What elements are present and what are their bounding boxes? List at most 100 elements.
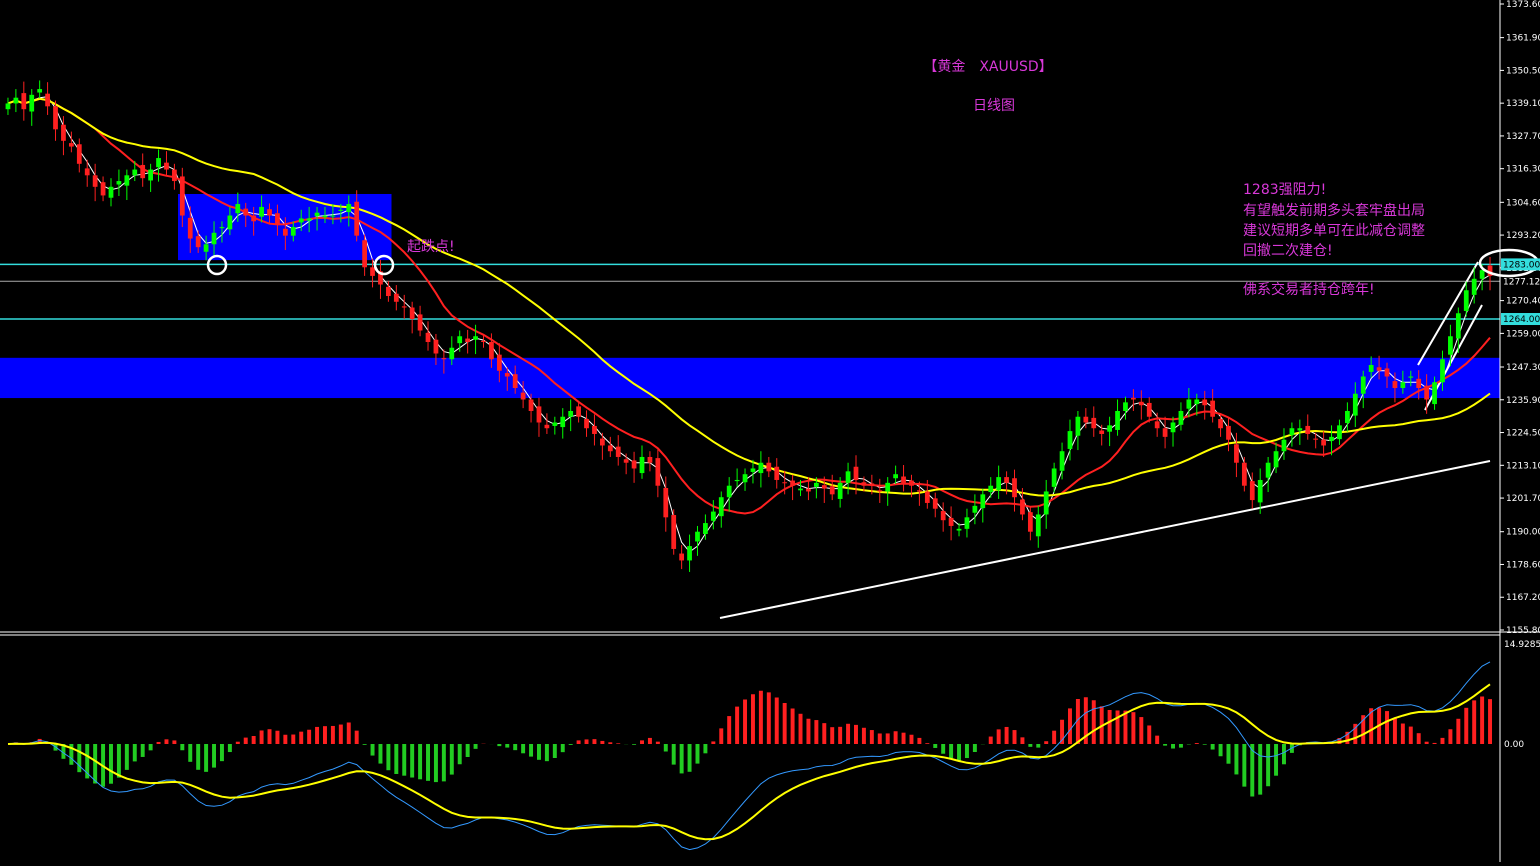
support-resistance-zone xyxy=(178,193,392,261)
candle-body xyxy=(877,490,883,492)
candle-body xyxy=(1297,428,1303,431)
candle-body xyxy=(362,240,367,268)
candle-body xyxy=(1408,376,1414,378)
candle-body xyxy=(290,227,296,236)
y-tick-label: 1350.50 xyxy=(1506,66,1540,76)
candle-body xyxy=(980,494,986,509)
candle-body xyxy=(726,485,732,498)
candle-body xyxy=(108,186,114,198)
candle-body xyxy=(695,531,700,542)
candle-body xyxy=(544,424,550,429)
candle-body xyxy=(758,462,764,474)
y-tick-label: 1259.00 xyxy=(1506,329,1540,339)
candle-body xyxy=(829,486,835,495)
candle-body xyxy=(76,144,82,164)
candle-body xyxy=(853,466,859,480)
candle-body xyxy=(615,446,621,457)
candle-body xyxy=(774,466,780,480)
candle-body xyxy=(1241,462,1247,486)
y-tick-label: 1316.30 xyxy=(1506,165,1540,175)
y-tick-label: 1235.90 xyxy=(1506,396,1540,406)
candle-body xyxy=(417,314,423,331)
note-line: 1283强阻力! xyxy=(1243,182,1326,198)
candle-body xyxy=(639,456,645,474)
candle-body xyxy=(1368,364,1374,372)
candle-body xyxy=(187,217,193,239)
candle-body xyxy=(1265,462,1271,478)
candle-body xyxy=(528,399,534,411)
candle-body xyxy=(703,523,708,535)
candle-body xyxy=(53,106,58,130)
y-tick-label: 1155.80 xyxy=(1506,626,1540,636)
candle-body xyxy=(393,293,399,302)
candle-body xyxy=(1226,425,1231,440)
candle-body xyxy=(465,338,471,343)
candle-body xyxy=(520,392,526,400)
candle-body xyxy=(140,164,146,179)
candle-body xyxy=(742,474,748,483)
candle-body xyxy=(1471,278,1477,295)
y-tick-label: 1224.50 xyxy=(1506,429,1540,439)
candle-body xyxy=(282,228,288,236)
candle-body xyxy=(1463,290,1469,311)
candle-body xyxy=(1020,499,1025,515)
candle-body xyxy=(1107,425,1112,432)
candle-body xyxy=(1360,376,1366,394)
y-tick-label: 1178.60 xyxy=(1506,560,1540,570)
candle-body xyxy=(901,476,906,483)
candle-body xyxy=(481,340,486,343)
candle-body xyxy=(457,336,463,344)
y-tick-label: 1373.60 xyxy=(1506,0,1540,10)
candle-body xyxy=(893,474,898,479)
candle-body xyxy=(1012,478,1017,498)
candle-body xyxy=(536,406,542,423)
y-tick-label: 1247.30 xyxy=(1506,363,1540,373)
candle-body xyxy=(132,169,138,176)
candle-body xyxy=(370,267,375,276)
note-line: 建议短期多单可在此减仓调整 xyxy=(1243,222,1425,239)
candle-body xyxy=(68,143,74,147)
candle-body xyxy=(235,204,241,214)
candle-body xyxy=(1083,416,1089,423)
candle-body xyxy=(504,373,510,377)
candle-body xyxy=(1115,410,1120,430)
macd-tick-label: 0.00 xyxy=(1504,740,1524,750)
candle-body xyxy=(1202,399,1208,406)
candle-body xyxy=(1273,451,1279,468)
candle-body xyxy=(124,175,130,186)
chart-title: 【黄金 XAUUSD】 xyxy=(923,58,1052,75)
candle-body xyxy=(924,491,930,503)
candle-body xyxy=(623,459,629,463)
candle-body xyxy=(37,89,43,93)
chart-svg: 1373.60 1361.90 1350.50 1339.10 1327.70 1316.… xyxy=(0,0,1540,862)
note-line: 佛系交易者持仓跨年! xyxy=(1243,281,1375,298)
candle-body xyxy=(940,511,946,521)
candle-body xyxy=(821,485,827,489)
candle-body xyxy=(1059,451,1065,471)
candle-body xyxy=(1352,393,1358,416)
candle-body xyxy=(1400,382,1406,388)
candle-body xyxy=(1067,431,1073,449)
candle-body xyxy=(322,215,328,218)
candle-body xyxy=(409,307,415,320)
y-tick-label: 1293.20 xyxy=(1506,231,1540,241)
candle-body xyxy=(156,158,161,168)
candle-body xyxy=(1162,428,1168,437)
candle-body xyxy=(1123,402,1128,411)
y-tick-label: 1270.40 xyxy=(1506,297,1540,307)
candle-body xyxy=(1186,399,1192,409)
candle-body xyxy=(306,218,312,221)
price-label-text: 1264.00 xyxy=(1503,315,1540,325)
candle-body xyxy=(251,215,257,222)
note-line: 有望触发前期多头套牢盘出局 xyxy=(1243,202,1425,219)
candle-body xyxy=(655,458,661,486)
candle-body xyxy=(1099,430,1105,434)
candle-body xyxy=(1289,428,1295,436)
candle-body xyxy=(441,358,447,360)
candle-body xyxy=(425,332,431,343)
macd-tick-label: 14.9285 xyxy=(1504,640,1540,650)
candle-body xyxy=(354,201,360,236)
candle-body xyxy=(663,488,669,518)
candle-body xyxy=(1004,477,1009,483)
candle-body xyxy=(1305,425,1311,434)
